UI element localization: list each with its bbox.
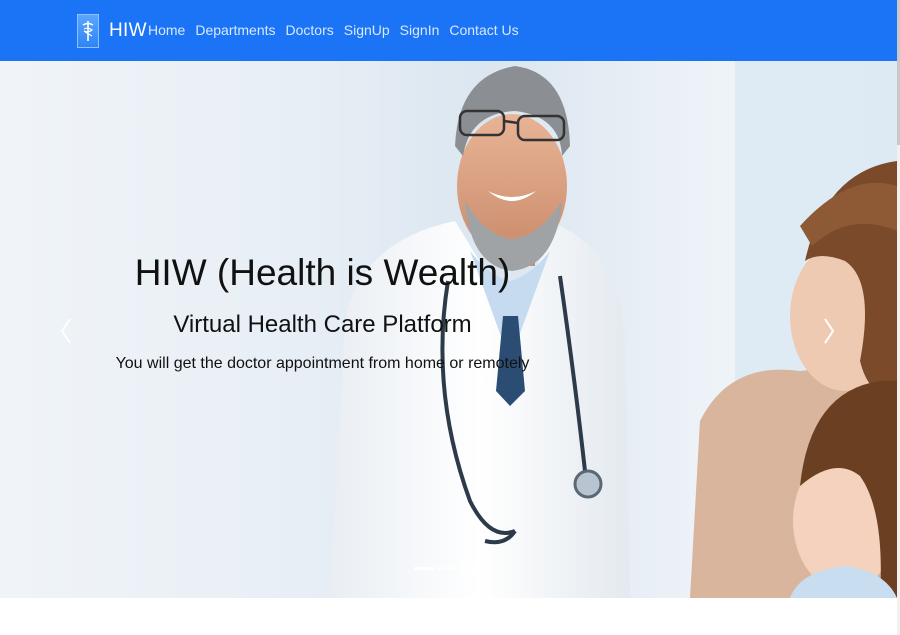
hero-subtitle: Virtual Health Care Platform [173,311,472,338]
brand-link[interactable]: HIW [77,14,147,48]
carousel-prev-button[interactable] [46,306,86,356]
carousel-next-button[interactable] [809,306,849,356]
chevron-left-icon [60,318,71,344]
nav-departments[interactable]: Departments [195,22,275,38]
navbar: HIW Home Departments Doctors SignUp Sign… [0,0,897,61]
hero-caption: HIW (Health is Wealth) Virtual Health Ca… [0,61,897,598]
hero-title: HIW (Health is Wealth) [134,252,511,293]
carousel-indicator-2[interactable] [437,567,457,570]
nav-doctors[interactable]: Doctors [286,22,334,38]
nav-menu: Home Departments Doctors SignUp SignIn C… [148,22,519,38]
chevron-right-icon [824,318,835,344]
carousel-indicator-1[interactable] [414,567,434,570]
hero-tagline: You will get the doctor appointment from… [115,355,530,372]
caduceus-icon [77,14,99,48]
hero-carousel: HIW (Health is Wealth) Virtual Health Ca… [0,61,897,598]
nav-contact-us[interactable]: Contact Us [449,22,518,38]
carousel-indicators [414,567,480,570]
nav-signup[interactable]: SignUp [344,22,390,38]
nav-home[interactable]: Home [148,22,185,38]
brand-name: HIW [109,20,147,41]
nav-signin[interactable]: SignIn [400,22,440,38]
carousel-indicator-3[interactable] [460,567,480,570]
